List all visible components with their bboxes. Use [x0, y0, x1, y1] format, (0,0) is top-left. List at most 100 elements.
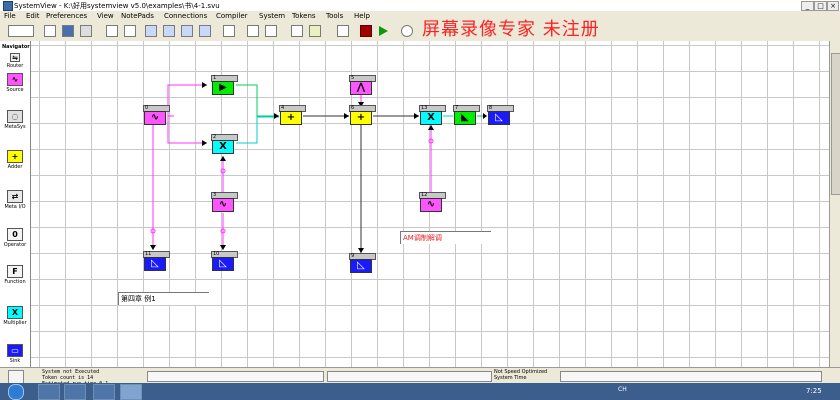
navigator-label: Adder: [7, 164, 23, 170]
os-taskbar: CH 7:25: [0, 383, 840, 400]
token-source-0[interactable]: 0 ∿: [143, 105, 170, 127]
function-icon: F: [7, 265, 23, 278]
navigator-metasys[interactable]: ◌ MetaSys: [2, 110, 28, 130]
menu-preferences[interactable]: Preferences: [46, 12, 87, 20]
calculator-icon[interactable]: [309, 25, 321, 37]
arrowhead: [220, 245, 226, 250]
menu-edit[interactable]: Edit: [26, 12, 40, 20]
taskbar-app-systemview[interactable]: [120, 384, 142, 400]
menu-connections[interactable]: Connections: [164, 12, 207, 20]
navigator-label: Source: [6, 87, 24, 93]
token-adder-6[interactable]: 6 +: [349, 105, 376, 127]
tray-language[interactable]: CH: [618, 386, 627, 393]
graph-icon: ◺: [495, 112, 503, 123]
menu-notepads[interactable]: NotePads: [121, 12, 154, 20]
clock[interactable]: 7:25: [806, 387, 822, 395]
token-sink-8[interactable]: 8 ◺: [487, 105, 514, 127]
navigator-sink[interactable]: ▭ Sink: [2, 344, 28, 364]
token-filter-7[interactable]: 7 ◣: [453, 105, 480, 127]
metasys-icon[interactable]: [247, 25, 259, 37]
navigator-label: Multiplier: [3, 320, 27, 326]
token-source-5[interactable]: 5 ⋀: [349, 75, 376, 97]
navigator-label: Function: [4, 279, 26, 285]
move-icon[interactable]: [181, 25, 193, 37]
navigator-multiplier[interactable]: X Multiplier: [2, 306, 28, 326]
taskbar-app-3[interactable]: [93, 384, 115, 400]
close-button[interactable]: ×: [827, 1, 839, 11]
navigator-router[interactable]: ⇋ Router: [2, 53, 28, 69]
arrowhead: [150, 245, 156, 250]
disconnect-icon[interactable]: [163, 25, 175, 37]
navigator-title: Navigator: [2, 44, 30, 50]
print-icon[interactable]: [80, 25, 92, 37]
open-file-icon[interactable]: [62, 25, 74, 37]
rotate-icon[interactable]: [265, 25, 277, 37]
token-adder-4[interactable]: 4 +: [279, 105, 306, 127]
token-navigator: Navigator ⇋ Router ∿ Source ◌ MetaSys + …: [0, 41, 31, 367]
taskbar-app-explorer[interactable]: [38, 384, 60, 400]
connect-icon[interactable]: [145, 25, 157, 37]
navigator-function[interactable]: F Function: [2, 265, 28, 285]
menu-bar: File Edit Preferences View NotePads Conn…: [0, 11, 840, 22]
graph-icon: ◺: [357, 260, 365, 271]
token-source-12[interactable]: 12 ∿: [419, 192, 446, 214]
navigator-label: MetaSys: [4, 124, 26, 130]
plus-icon: +: [356, 112, 366, 123]
token-sink-11[interactable]: 11 ◺: [143, 251, 170, 273]
menu-view[interactable]: View: [97, 12, 114, 20]
token-source-3[interactable]: 3 ∿: [211, 192, 238, 214]
sine-wave-icon: ∿: [218, 199, 228, 210]
multiplier-icon: X: [7, 306, 23, 319]
timer-icon[interactable]: [401, 25, 413, 37]
navigator-operator[interactable]: 0 Operator: [2, 228, 28, 248]
stop-icon[interactable]: [360, 25, 372, 37]
window-title: SystemView - K:\好用systemview v5.0\exampl…: [14, 2, 220, 10]
menu-help[interactable]: Help: [354, 12, 370, 20]
maximize-button[interactable]: □: [814, 1, 827, 11]
adder-icon: +: [7, 150, 23, 163]
note-chapter-example[interactable]: 第四章 例1: [118, 292, 209, 305]
operator-icon: 0: [7, 228, 23, 241]
router-icon: ⇋: [10, 53, 20, 62]
toolbar: [0, 22, 840, 42]
status-bar: System not Executed Token count is 14 Es…: [0, 367, 840, 387]
speed-info: Not Speed Optimized System Time: [494, 369, 547, 381]
token-filter-1[interactable]: 1 ▶: [211, 75, 238, 97]
new-file-icon[interactable]: [44, 25, 56, 37]
meta-io-icon: ⇄: [7, 190, 23, 203]
start-button[interactable]: [8, 384, 24, 400]
navigator-adder[interactable]: + Adder: [2, 150, 28, 170]
vertical-scrollbar[interactable]: [829, 41, 840, 367]
token-sink-9[interactable]: 9 ◺: [349, 253, 376, 275]
group-icon[interactable]: [199, 25, 211, 37]
run-icon[interactable]: [379, 26, 388, 36]
arrowhead: [202, 140, 207, 146]
menu-compiler[interactable]: Compiler: [216, 12, 248, 20]
menu-tools[interactable]: Tools: [326, 12, 343, 20]
scrollbar-thumb[interactable]: [831, 53, 840, 195]
taskbar-app-2[interactable]: [64, 384, 86, 400]
navigator-source[interactable]: ∿ Source: [2, 73, 28, 93]
menu-tokens[interactable]: Tokens: [292, 12, 316, 20]
multiply-icon: X: [219, 141, 227, 152]
minimize-button[interactable]: _: [801, 1, 814, 11]
graph-icon: ◺: [219, 258, 227, 269]
wire-0-to-2: [167, 115, 207, 144]
toolbar-dropdown[interactable]: [8, 25, 34, 37]
token-multiplier-13[interactable]: 13 X: [419, 105, 446, 127]
system-time-icon[interactable]: [337, 25, 349, 37]
notepad-icon[interactable]: [223, 25, 235, 37]
note-am-modulation[interactable]: AM调制解调: [400, 231, 491, 244]
status-field-1: [147, 371, 324, 382]
token-sink-10[interactable]: 10 ◺: [211, 251, 238, 273]
menu-file[interactable]: File: [4, 12, 16, 20]
sink-icon: ▭: [7, 344, 23, 357]
sine-wave-icon: ∿: [426, 199, 436, 210]
filter-triangle-icon: ▶: [219, 82, 227, 93]
zoom-icon[interactable]: [291, 25, 303, 37]
menu-system[interactable]: System: [259, 12, 285, 20]
token-multiplier-2[interactable]: 2 X: [211, 134, 238, 156]
table-icon[interactable]: [124, 25, 136, 37]
grid-icon[interactable]: [106, 25, 118, 37]
navigator-meta-io[interactable]: ⇄ Meta I/O: [2, 190, 28, 210]
